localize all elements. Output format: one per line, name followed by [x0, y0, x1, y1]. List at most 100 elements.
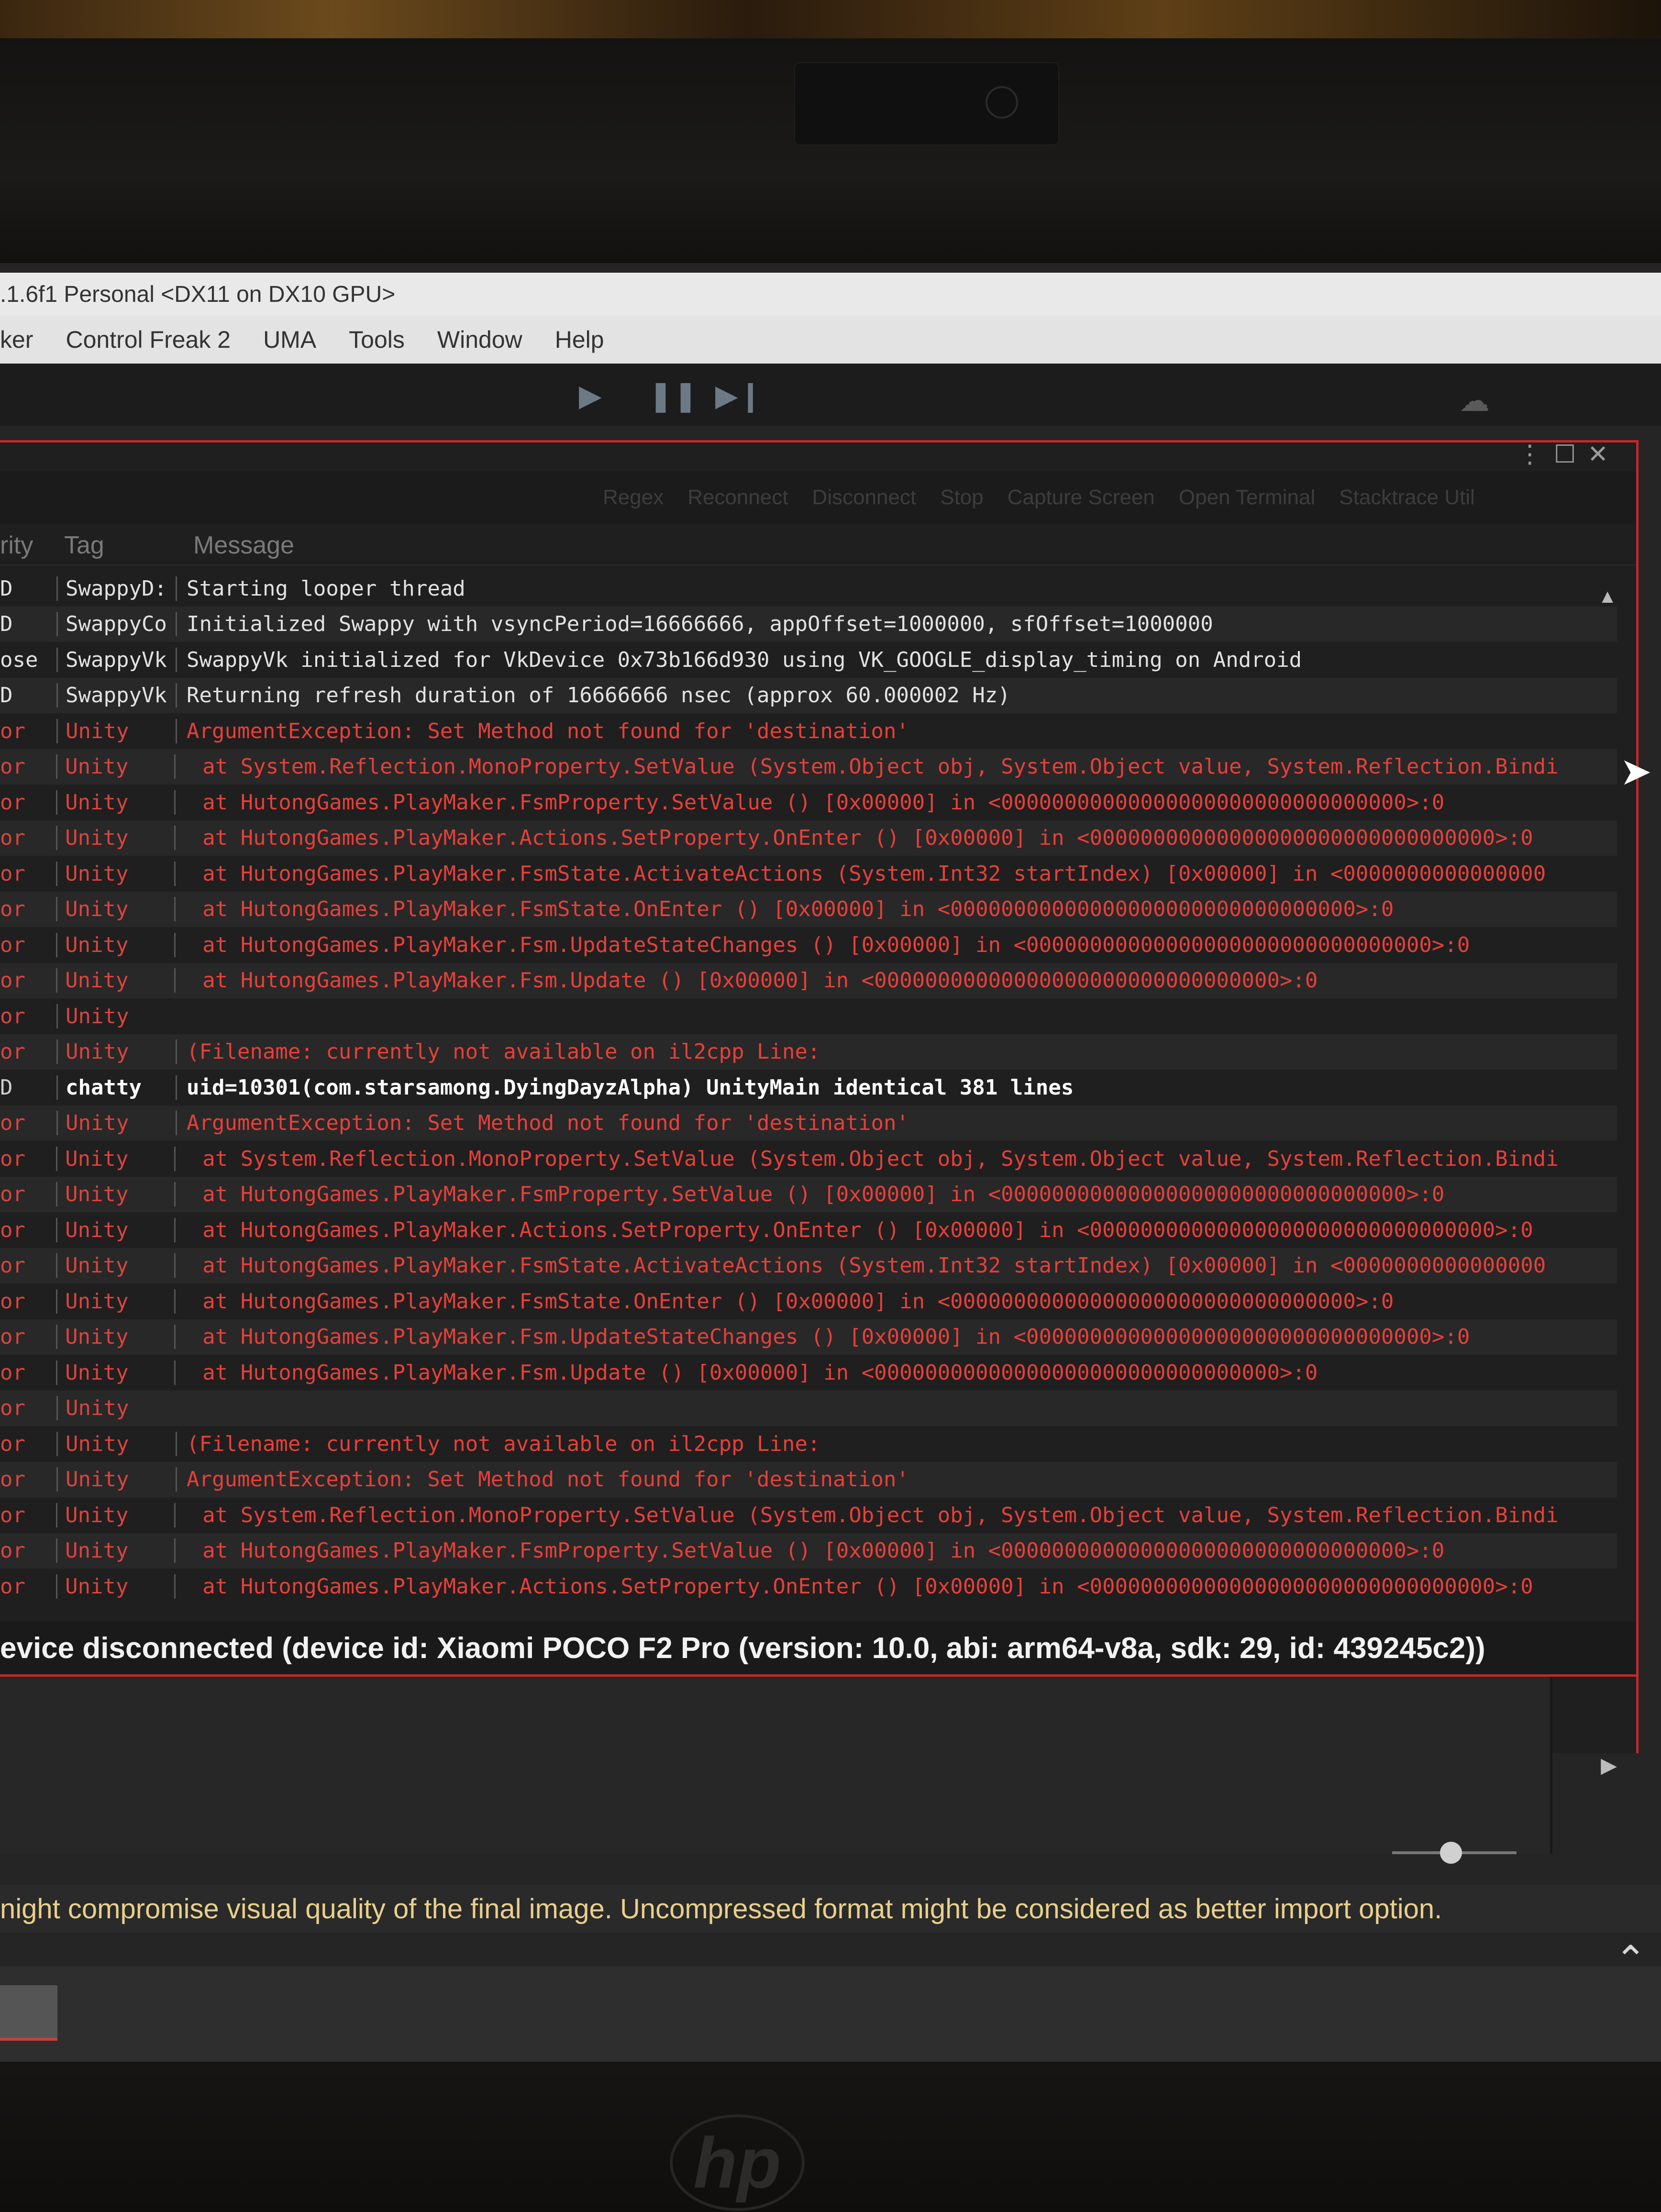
log-row[interactable]: or Unity at HutongGames.PlayMaker.Actions.…	[0, 1569, 1617, 1604]
log-tag: Unity	[56, 1360, 174, 1385]
log-tag: Unity	[56, 1431, 176, 1456]
menu-bar: ker Control Freak 2 UMA Tools Window Hel…	[0, 316, 1661, 364]
log-message: uid=10301(com.starsamong.DyingDayzAlpha)…	[176, 1075, 1612, 1100]
capture-screen-button[interactable]: Capture Screen	[1008, 486, 1155, 509]
log-row[interactable]: or Unity at HutongGames.PlayMaker.FsmPrope…	[0, 1176, 1617, 1212]
column-tag[interactable]: Tag	[56, 531, 184, 560]
menu-item-window[interactable]: Window	[437, 326, 522, 354]
menu-item-help[interactable]: Help	[555, 326, 604, 354]
log-priority: or	[0, 1503, 25, 1527]
log-tag: Unity	[56, 1289, 174, 1314]
scroll-up-icon[interactable]: ▲	[1598, 586, 1617, 608]
log-message: at System.Reflection.MonoProperty.SetVal…	[174, 1146, 1617, 1171]
log-message: at HutongGames.PlayMaker.FsmState.OnEnte…	[174, 1289, 1617, 1314]
log-tag: SwappyCo	[56, 612, 176, 637]
log-row[interactable]: or Unity at HutongGames.PlayMaker.Fsm.Upda…	[0, 1355, 1617, 1391]
log-row[interactable]: or Unity at System.Reflection.MonoProperty…	[0, 1141, 1617, 1177]
scroll-right-icon[interactable]: ▶	[1601, 1753, 1617, 1778]
log-priority: or	[0, 1289, 25, 1314]
disconnect-button[interactable]: Disconnect	[812, 486, 917, 509]
stacktrace-utility-button[interactable]: Stacktrace Util	[1339, 486, 1475, 509]
log-row[interactable]: or Unity at HutongGames.PlayMaker.Fsm.Upda…	[0, 1319, 1617, 1355]
device-status-line: evice disconnected (device id: Xiaomi PO…	[0, 1622, 1636, 1677]
log-message: ArgumentException: Set Method not found …	[176, 1467, 1612, 1492]
log-priority: D	[0, 1075, 13, 1100]
cloud-icon[interactable]: ☁	[1459, 383, 1490, 419]
log-row[interactable]: ose SwappyVk SwappyVk initialized for VkDe…	[0, 642, 1617, 678]
log-row[interactable]: or Unity	[0, 998, 1617, 1034]
editor-toolbar	[0, 364, 1661, 426]
log-message: at HutongGames.PlayMaker.Actions.SetProp…	[174, 826, 1617, 851]
taskbar-app-icon[interactable]	[0, 1985, 57, 2041]
log-row[interactable]: Dchatty uid=10301(com.starsamong.DyingDay…	[0, 1070, 1617, 1106]
log-priority: or	[0, 1182, 25, 1207]
menu-item-uma[interactable]: UMA	[263, 326, 316, 354]
log-message: at HutongGames.PlayMaker.Actions.SetProp…	[174, 1574, 1617, 1599]
console-warning-line: night compromise visual quality of the f…	[0, 1885, 1661, 1933]
column-message[interactable]: Message	[184, 531, 294, 560]
webcam-lens	[986, 86, 1018, 119]
log-row[interactable]: or Unity at HutongGames.PlayMaker.FsmState…	[0, 856, 1617, 892]
log-row[interactable]: or Unity ArgumentException: Set Method not…	[0, 713, 1617, 749]
maximize-icon[interactable]: ☐	[1554, 440, 1576, 469]
log-priority: or	[0, 1146, 25, 1171]
log-row[interactable]: or Unity ArgumentException: Set Method not…	[0, 1461, 1617, 1497]
kebab-icon[interactable]: ⋮	[1517, 440, 1542, 469]
log-row[interactable]: or Unity (Filename: currently not availabl…	[0, 1426, 1617, 1462]
log-row[interactable]: or Unity at HutongGames.PlayMaker.FsmState…	[0, 891, 1617, 927]
log-priority: or	[0, 1004, 25, 1029]
log-row[interactable]: or Unity at HutongGames.PlayMaker.Actions.…	[0, 1212, 1617, 1248]
stop-button[interactable]: Stop	[940, 486, 984, 509]
log-tag: Unity	[56, 1040, 176, 1064]
webcam-housing	[794, 62, 1059, 145]
log-message: Returning refresh duration of 16666666 n…	[176, 683, 1612, 708]
log-row[interactable]: or Unity	[0, 1390, 1617, 1426]
log-priority: or	[0, 1396, 25, 1421]
logcat-toolbar: Regex Reconnect Disconnect Stop Capture …	[0, 471, 1636, 524]
menu-item-control-freak[interactable]: Control Freak 2	[66, 326, 231, 354]
open-terminal-button[interactable]: Open Terminal	[1179, 486, 1315, 509]
regex-toggle[interactable]: Regex	[603, 486, 664, 509]
hp-logo: hp	[670, 2114, 805, 2211]
log-row[interactable]: D SwappyVk Returning refresh duration of 1…	[0, 677, 1617, 713]
log-row[interactable]: or Unity at System.Reflection.MonoProperty…	[0, 1497, 1617, 1533]
log-tag: Unity	[56, 968, 174, 993]
play-icon[interactable]: ▶	[579, 378, 602, 413]
log-message: at HutongGames.PlayMaker.FsmProperty.Set…	[174, 790, 1617, 815]
log-row[interactable]: or Unity at HutongGames.PlayMaker.FsmPrope…	[0, 1533, 1617, 1569]
menu-item-partial[interactable]: ker	[0, 326, 33, 354]
log-row[interactable]: or Unity at HutongGames.PlayMaker.Fsm.Upda…	[0, 927, 1617, 963]
close-icon[interactable]: ✕	[1587, 440, 1608, 469]
log-message: Initialized Swappy with vsyncPeriod=1666…	[176, 612, 1612, 637]
log-row[interactable]: D SwappyD: Starting looper thread	[0, 571, 1617, 607]
menu-item-tools[interactable]: Tools	[349, 326, 405, 354]
log-tag: Unity	[56, 1538, 174, 1563]
log-row[interactable]: or Unity at HutongGames.PlayMaker.FsmState…	[0, 1248, 1617, 1283]
log-priority: or	[0, 1325, 25, 1349]
log-priority: D	[0, 612, 13, 637]
pause-icon[interactable]: ❚❚	[648, 378, 698, 413]
log-row[interactable]: or Unity at HutongGames.PlayMaker.Fsm.Upda…	[0, 962, 1617, 998]
reconnect-button[interactable]: Reconnect	[687, 486, 788, 509]
log-message: at HutongGames.PlayMaker.Fsm.UpdateState…	[174, 1325, 1617, 1349]
log-row[interactable]: D SwappyCo Initialized Swappy with vsyncPe…	[0, 606, 1617, 642]
window-titlebar: .1.6f1 Personal <DX11 on DX10 GPU>	[0, 273, 1661, 316]
log-priority: or	[0, 1253, 25, 1278]
log-row[interactable]: or Unity (Filename: currently not availabl…	[0, 1034, 1617, 1070]
log-row[interactable]: or Unity ArgumentException: Set Method not…	[0, 1105, 1617, 1141]
log-tag: Unity	[56, 826, 174, 851]
log-message: at HutongGames.PlayMaker.Fsm.Update () […	[174, 968, 1617, 993]
step-icon[interactable]: ▶❙	[715, 378, 763, 413]
log-tag: Unity	[56, 1146, 174, 1171]
log-row[interactable]: or Unity at System.Reflection.MonoProperty…	[0, 749, 1617, 785]
log-row[interactable]: or Unity at HutongGames.PlayMaker.FsmPrope…	[0, 785, 1617, 820]
column-priority[interactable]: rity	[0, 531, 56, 560]
logcat-rows[interactable]: D SwappyD: Starting looper thread D SwappyCo…	[0, 571, 1617, 1623]
log-row[interactable]: or Unity at HutongGames.PlayMaker.FsmState…	[0, 1283, 1617, 1319]
logcat-window-controls: ⋮ ☐ ✕	[1517, 440, 1608, 469]
zoom-slider-thumb[interactable]	[1440, 1842, 1462, 1864]
laptop-bezel-bottom	[0, 2062, 1661, 2212]
log-message: at HutongGames.PlayMaker.Actions.SetProp…	[174, 1217, 1617, 1242]
log-message: Starting looper thread	[176, 576, 1612, 601]
log-row[interactable]: or Unity at HutongGames.PlayMaker.Actions.…	[0, 820, 1617, 856]
